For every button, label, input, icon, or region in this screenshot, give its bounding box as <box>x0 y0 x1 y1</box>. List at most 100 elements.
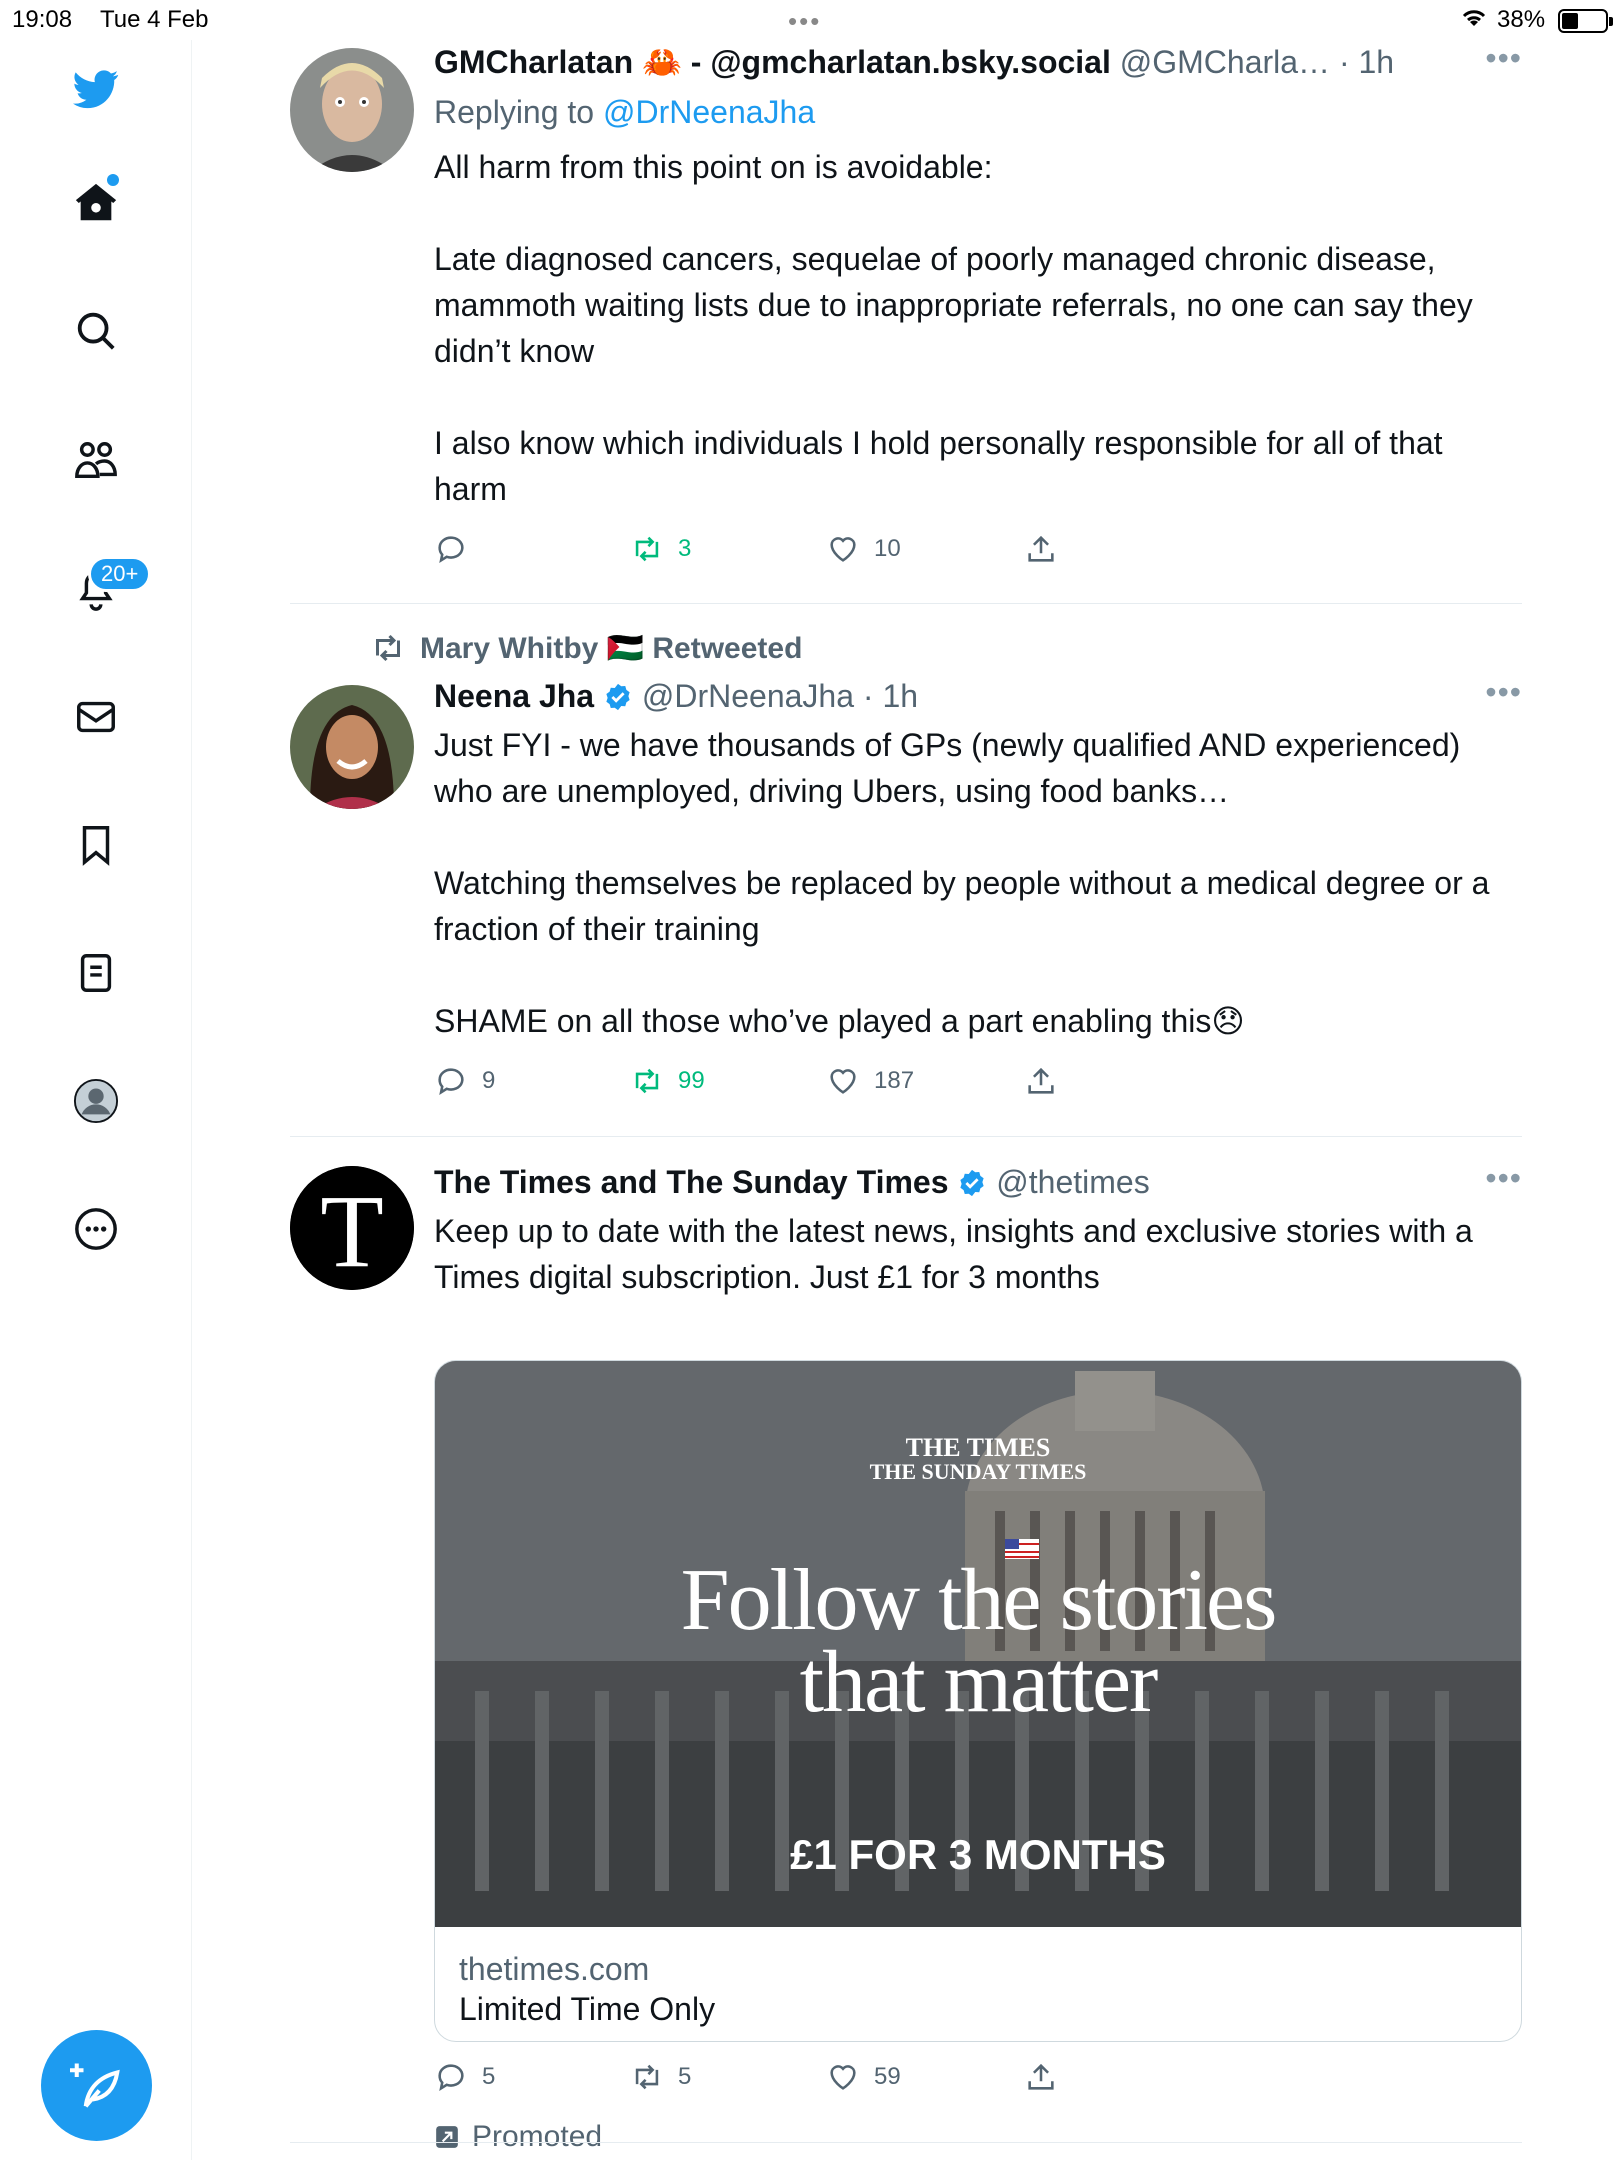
timestamp[interactable]: · 1h <box>863 678 918 714</box>
reply-count: 5 <box>482 2063 496 2090</box>
communities-icon[interactable] <box>71 436 121 486</box>
status-bar: 19:08 Tue 4 Feb ••• 38% <box>0 0 1620 40</box>
battery-percent: 38% <box>1497 6 1546 33</box>
tweet-actions: 9 99 187 <box>434 1064 1522 1108</box>
card-headline-2: that matter <box>799 1634 1159 1731</box>
like-button[interactable]: 59 <box>826 2060 901 2094</box>
retweet-count: 3 <box>678 535 692 562</box>
heart-icon <box>830 1069 856 1094</box>
like-count: 59 <box>874 2063 901 2090</box>
card-image[interactable]: THE TIMES THE SUNDAY TIMES Follow the st… <box>435 1361 1521 1927</box>
like-button[interactable]: 187 <box>826 1064 914 1098</box>
handle[interactable]: @DrNeenaJha <box>642 678 854 714</box>
reply-icon <box>438 1068 464 1095</box>
card-offer: £1 FOR 3 MONTHS <box>790 1831 1166 1878</box>
retweet-count: 5 <box>678 2063 692 2090</box>
retweeted-by-text[interactable]: Mary Whitby 🇵🇸 Retweeted <box>420 631 802 666</box>
promoted-label: Promoted <box>434 2120 602 2154</box>
display-name[interactable]: Neena Jha <box>434 678 594 714</box>
retweet-icon <box>376 634 400 662</box>
heart-icon <box>830 537 856 562</box>
tweet[interactable]: GMCharlatan 🦀 - @gmcharlatan.bsky.social… <box>290 40 1522 605</box>
multitasking-dots-icon[interactable]: ••• <box>788 6 821 37</box>
avatar[interactable]: T <box>290 1166 414 1290</box>
compose-tweet-button[interactable] <box>41 2030 152 2141</box>
tweet-header: GMCharlatan 🦀 - @gmcharlatan.bsky.social… <box>434 40 1522 84</box>
reply-icon <box>438 2064 464 2091</box>
retweet-button[interactable]: 99 <box>630 1064 705 1098</box>
handle[interactable]: @thetimes <box>996 1164 1149 1200</box>
verified-badge-icon <box>606 683 630 711</box>
tweet-header: The Times and The Sunday Times @thetimes <box>434 1160 1522 1204</box>
handle[interactable]: @GMCharla… <box>1120 44 1330 80</box>
reply-mention-link[interactable]: @DrNeenaJha <box>603 94 815 130</box>
promoted-text: Promoted <box>472 2120 603 2153</box>
more-options-icon[interactable] <box>71 1204 121 1254</box>
display-name[interactable]: GMCharlatan 🦀 - @gmcharlatan.bsky.social <box>434 44 1111 80</box>
wifi-icon <box>1460 6 1488 37</box>
bookmarks-icon[interactable] <box>71 820 121 870</box>
share-button[interactable] <box>1024 2060 1058 2094</box>
card-headline-1: Follow the stories <box>680 1552 1278 1649</box>
retweet-icon <box>635 1068 659 1094</box>
battery-icon <box>1558 9 1613 33</box>
reply-count: 9 <box>482 1067 496 1094</box>
status-date: Tue 4 Feb <box>100 6 209 33</box>
promoted-icon <box>436 2126 458 2148</box>
lists-icon[interactable] <box>71 948 121 998</box>
avatar[interactable] <box>290 48 414 172</box>
more-options-icon[interactable]: ••• <box>1485 674 1522 711</box>
replying-prefix: Replying to <box>434 94 595 130</box>
card-title: Limited Time Only <box>459 1991 716 2027</box>
reply-button[interactable]: 9 <box>434 1064 495 1098</box>
reply-button[interactable]: 5 <box>434 2060 495 2094</box>
times-t-logo-icon: T <box>290 1166 414 1290</box>
like-count: 10 <box>874 535 901 562</box>
retweet-button[interactable]: 5 <box>630 2060 691 2094</box>
messages-envelope-icon[interactable] <box>71 692 121 742</box>
twitter-bird-icon[interactable] <box>71 64 121 114</box>
retweet-count: 99 <box>678 1067 705 1094</box>
share-button[interactable] <box>1024 532 1058 566</box>
home-new-dot <box>107 174 119 186</box>
heart-icon <box>830 2065 856 2090</box>
tweet-actions: 3 10 <box>434 532 1522 576</box>
retweet-icon <box>635 536 659 562</box>
avatar[interactable] <box>290 685 414 809</box>
divider <box>290 2142 1522 2143</box>
profile-avatar-icon[interactable] <box>71 1076 121 1126</box>
reply-icon <box>438 536 464 563</box>
like-count: 187 <box>874 1067 915 1094</box>
more-options-icon[interactable]: ••• <box>1485 1160 1522 1197</box>
reply-button[interactable] <box>434 532 482 566</box>
share-icon <box>1028 1067 1054 1094</box>
retweet-icon <box>635 2064 659 2090</box>
tweet-text: Just FYI - we have thousands of GPs (new… <box>434 727 1490 1039</box>
share-icon <box>1028 535 1054 562</box>
status-time: 19:08 <box>12 6 73 33</box>
share-icon <box>1028 2063 1054 2090</box>
tweet-header: Neena Jha @DrNeenaJha · 1h <box>434 674 1522 718</box>
tweet-text: All harm from this point on is avoidable… <box>434 149 1473 507</box>
retweeted-by: Mary Whitby 🇵🇸 Retweeted <box>370 630 802 666</box>
sidebar: 20+ <box>0 40 192 2160</box>
tweet-actions: 5 5 59 <box>434 2060 1522 2104</box>
more-options-icon[interactable]: ••• <box>1485 40 1522 77</box>
divider <box>290 1136 1522 1137</box>
verified-badge-icon <box>960 1169 985 1197</box>
link-card[interactable]: THE TIMES THE SUNDAY TIMES Follow the st… <box>434 1360 1522 2042</box>
timestamp[interactable]: · 1h <box>1339 44 1394 80</box>
times-logo-bottom: THE SUNDAY TIMES <box>869 1459 1087 1484</box>
like-button[interactable]: 10 <box>826 532 901 566</box>
replying-to: Replying to @DrNeenaJha <box>434 90 1522 134</box>
share-button[interactable] <box>1024 1064 1058 1098</box>
notifications-badge: 20+ <box>88 556 152 592</box>
retweet-button[interactable]: 3 <box>630 532 691 566</box>
svg-text:T: T <box>320 1174 384 1289</box>
display-name[interactable]: The Times and The Sunday Times <box>434 1164 949 1200</box>
tweet[interactable]: Mary Whitby 🇵🇸 Retweeted Neena Jha @DrNe… <box>290 630 1522 1170</box>
divider <box>290 603 1522 604</box>
card-domain: thetimes.com <box>459 1951 650 1987</box>
search-icon[interactable] <box>71 306 121 356</box>
promoted-tweet[interactable]: T The Times and The Sunday Times @thetim… <box>290 1160 1522 2153</box>
